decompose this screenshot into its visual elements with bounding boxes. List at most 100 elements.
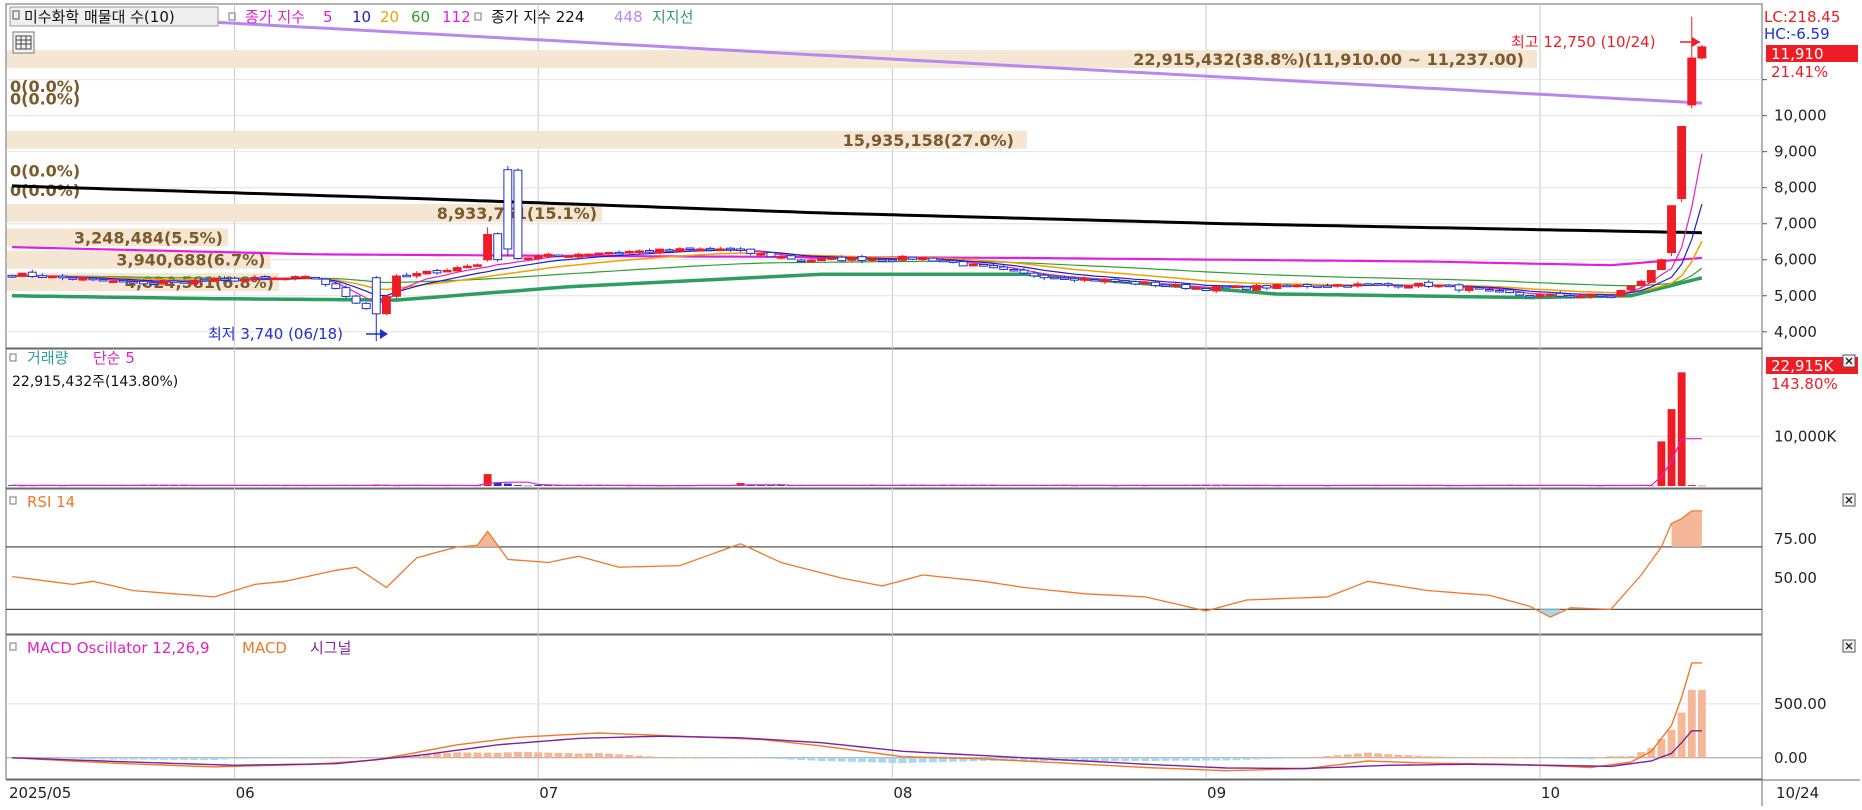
macd-oscillator-bar <box>1536 757 1544 759</box>
candle-body <box>817 257 826 262</box>
macd-oscillator-bar <box>271 757 280 759</box>
candle-body <box>989 265 998 269</box>
candle-body <box>1434 284 1444 288</box>
candle-body <box>564 255 573 258</box>
table-icon[interactable] <box>12 31 35 54</box>
candle-body <box>675 248 685 252</box>
macd-oscillator-bar <box>1212 757 1221 761</box>
rsi-tick-label: 50.00 <box>1774 569 1817 587</box>
macd-oscillator-bar <box>928 757 937 763</box>
last-price-pct: 21.41% <box>1771 63 1828 81</box>
candle-body <box>301 275 310 279</box>
candle-body <box>1586 293 1596 298</box>
candle-body <box>594 252 604 256</box>
volume-tick-label: 10,000K <box>1774 427 1837 445</box>
candle-body <box>1140 281 1150 285</box>
candle-body <box>230 277 240 282</box>
macd-oscillator-bar <box>716 757 725 759</box>
macd-oscillator-bar <box>766 757 775 759</box>
volume-profile-label: 0(0.0%) <box>10 89 80 108</box>
candle-body <box>898 255 907 261</box>
x-tick-label: 06 <box>236 784 255 802</box>
candle-body <box>776 256 786 259</box>
volume-bar <box>534 485 543 486</box>
candle-body <box>553 254 563 258</box>
macd-oscillator-bar <box>706 757 715 759</box>
candle-body <box>645 249 654 253</box>
macd-oscillator-bar <box>68 757 77 759</box>
volume-bar <box>1667 409 1676 486</box>
candle-body <box>27 271 37 277</box>
macd-oscillator-bar <box>898 757 907 764</box>
rsi-tick-label: 75.00 <box>1774 530 1817 548</box>
stock-chart[interactable]: 22,915,432(38.8%)(11,910.00 ~ 11,237.00)… <box>0 0 1862 810</box>
macd-oscillator-bar <box>665 757 674 758</box>
price-tick-label: 8,000 <box>1774 179 1817 197</box>
macd-oscillator-bar <box>1131 757 1140 761</box>
candle-body <box>280 277 290 281</box>
candle-body <box>1515 291 1525 296</box>
volume-profile-label: 22,915,432(38.8%)(11,910.00 ~ 11,237.00) <box>1133 50 1524 69</box>
price-tick-label: 6,000 <box>1774 251 1817 269</box>
candle-body <box>1424 281 1434 287</box>
candle-body <box>1029 272 1039 277</box>
candle-body <box>705 247 715 251</box>
candle-body <box>766 252 776 258</box>
candle-body <box>88 277 98 281</box>
candle-body <box>442 269 452 273</box>
macd-oscillator-bar <box>1627 756 1635 758</box>
candle-body <box>999 266 1009 270</box>
close-icon[interactable] <box>1842 354 1856 368</box>
candle-body <box>48 275 57 279</box>
candle-body <box>655 248 665 254</box>
macd-oscillator-bar <box>1191 757 1200 761</box>
volume-value: 22,915,432주(143.80%) <box>12 374 178 390</box>
candle-body <box>1363 283 1373 286</box>
candle-body <box>1272 284 1282 289</box>
ma60-legend: 60 <box>411 8 430 26</box>
lc-readout: LC:218.45 <box>1764 8 1840 26</box>
candle-body <box>381 296 391 315</box>
macd-tick-label: 0.00 <box>1774 749 1807 767</box>
close-icon[interactable] <box>1842 493 1856 507</box>
candle-body <box>1231 285 1241 289</box>
close-icon[interactable] <box>1842 639 1856 653</box>
candle-body <box>1505 289 1515 294</box>
candle-body <box>746 248 756 254</box>
macd-oscillator-bar <box>1556 757 1565 759</box>
candle-body <box>149 282 159 285</box>
candle-body <box>1383 283 1393 286</box>
candle-body <box>78 277 88 281</box>
price-tick-label: 7,000 <box>1774 215 1817 233</box>
candle-body <box>1403 286 1413 289</box>
candle-body <box>1697 46 1707 59</box>
macd-oscillator-bar <box>1283 757 1291 759</box>
ma224-legend: 종가 지수 224 <box>491 8 584 26</box>
ma-legend-label: 종가 지수 <box>245 8 305 26</box>
macd-oscillator-bar <box>89 757 97 760</box>
macd-oscillator-bar <box>1475 757 1484 758</box>
candle-body <box>169 280 179 283</box>
candle-body <box>1373 283 1383 286</box>
candle-body <box>412 273 422 277</box>
macd-oscillator-bar <box>58 757 67 759</box>
rsi-title: RSI 14 <box>27 493 75 511</box>
macd-oscillator-bar <box>1546 757 1555 759</box>
macd-oscillator-bar <box>1242 757 1251 760</box>
candle-body <box>1677 125 1687 200</box>
candle-body <box>665 249 675 252</box>
price-tick-label: 10,000 <box>1774 107 1827 125</box>
macd-oscillator-bar <box>1323 756 1332 758</box>
candle-body <box>1525 294 1535 298</box>
macd-oscillator-bar <box>453 752 462 758</box>
candle-body <box>1353 283 1363 287</box>
candle-body <box>1080 277 1090 281</box>
candle-body <box>1414 282 1423 287</box>
candle-body <box>270 277 280 281</box>
price-tick-label: 4,000 <box>1774 323 1817 341</box>
macd-oscillator-bar <box>190 757 199 760</box>
candle-body <box>361 302 371 310</box>
candle-body <box>1039 274 1049 279</box>
candle-body <box>1444 284 1454 288</box>
candle-body <box>402 274 412 278</box>
